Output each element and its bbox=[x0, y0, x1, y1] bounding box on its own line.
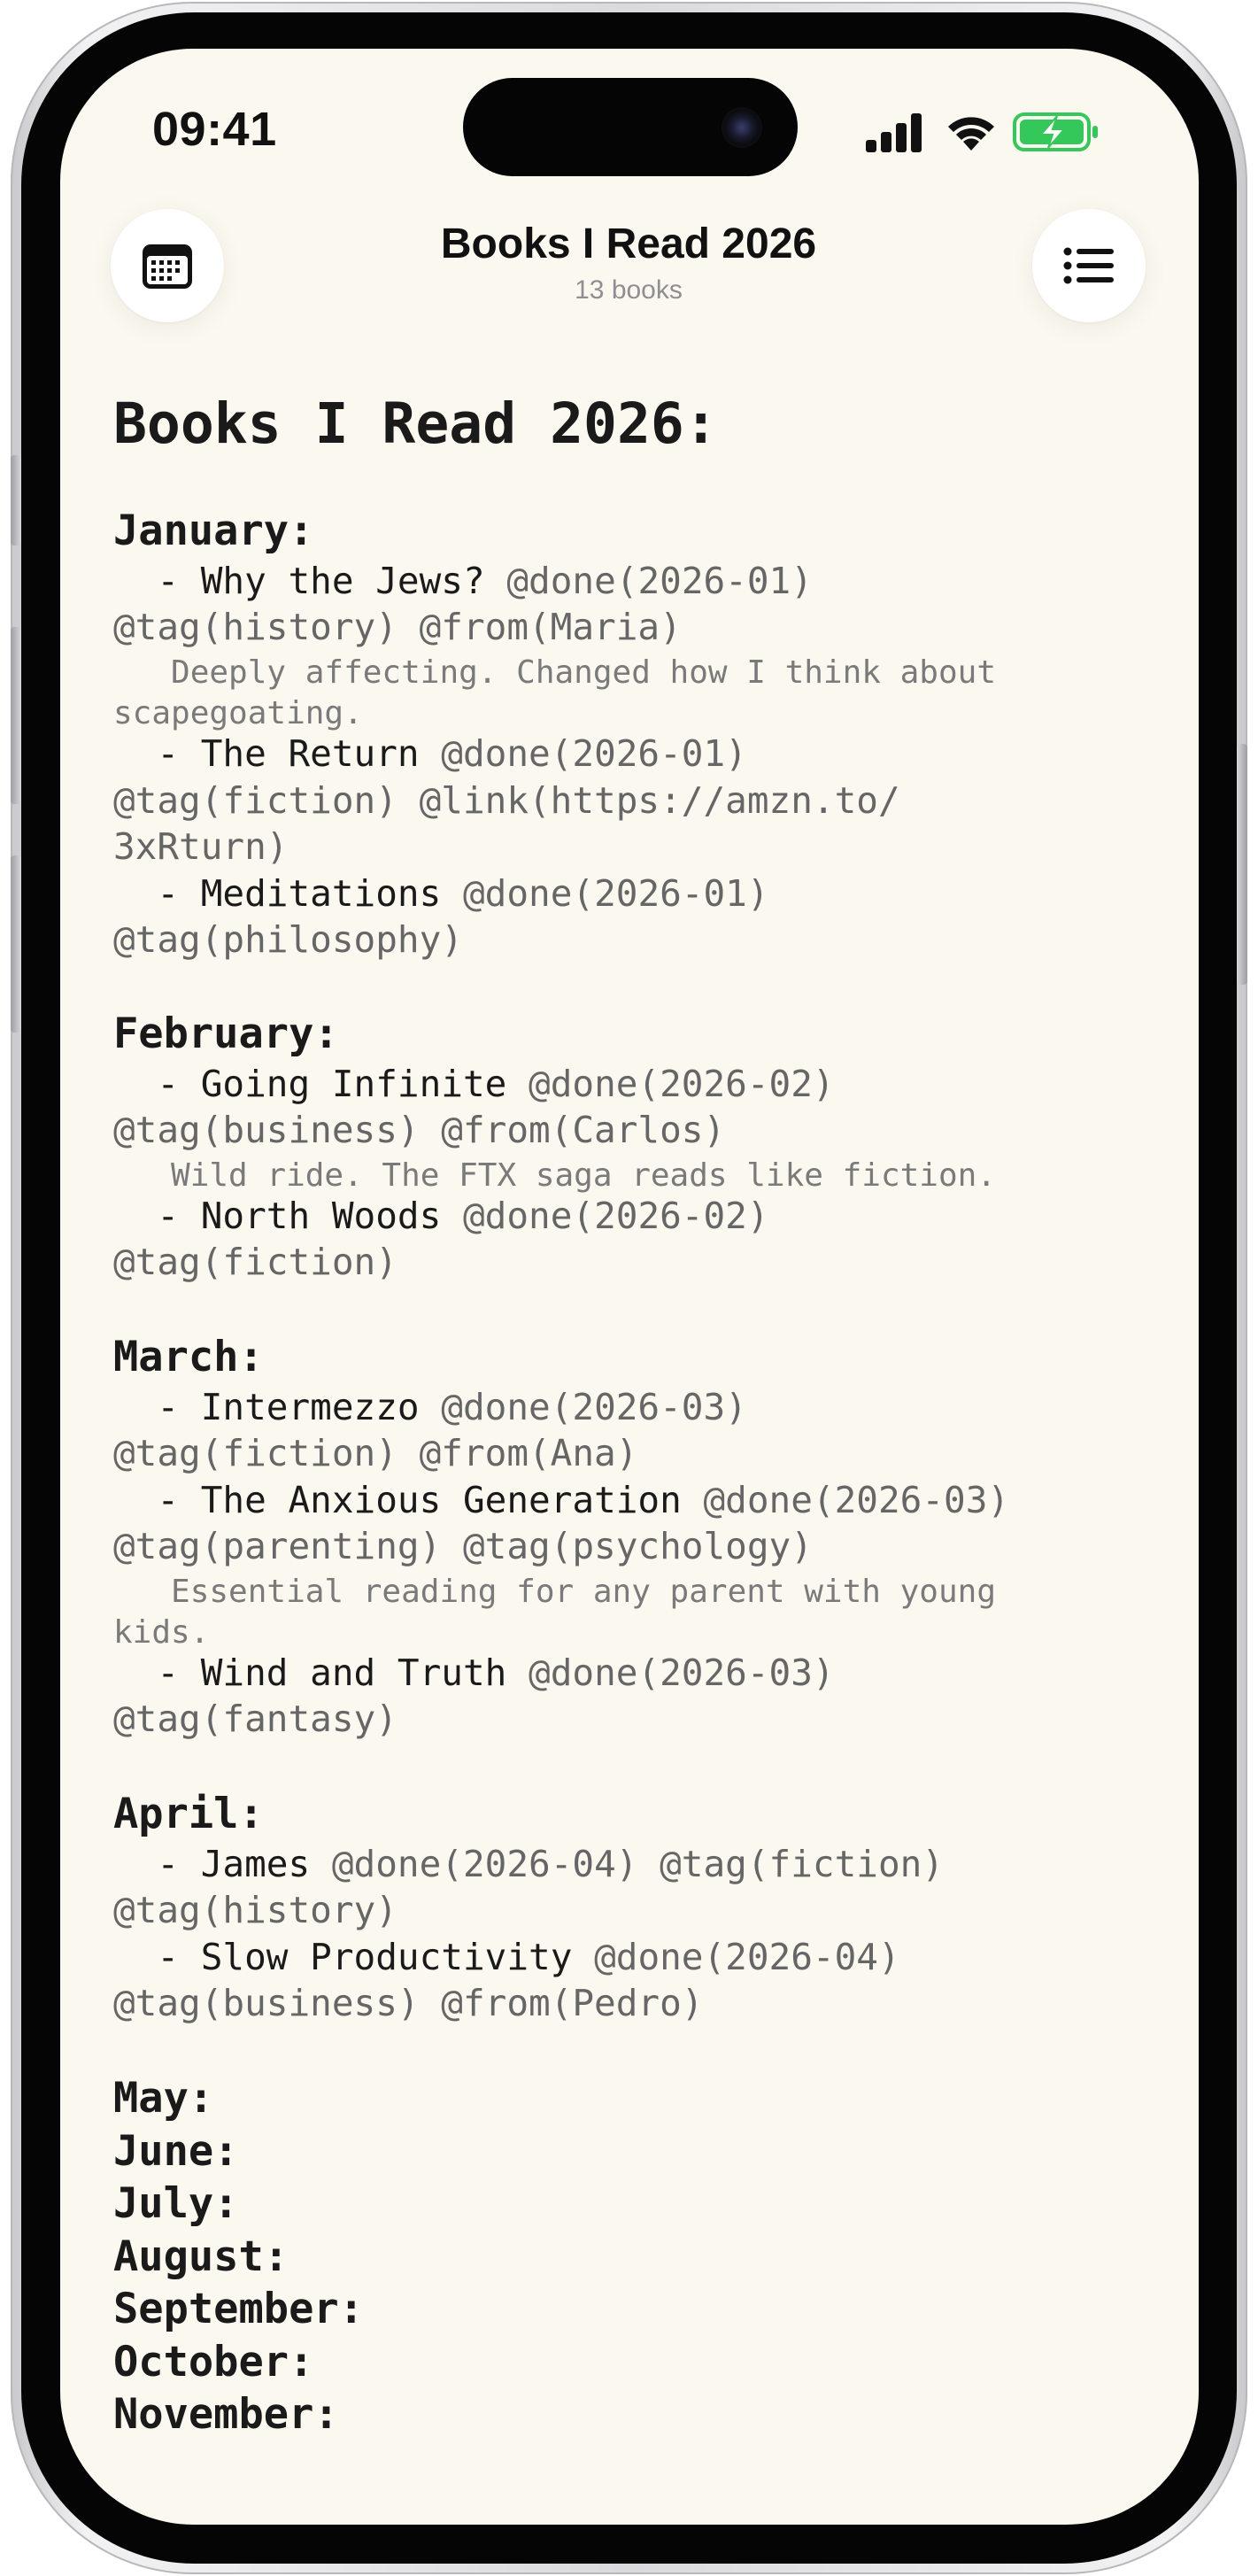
book-meta: @tag(parenting) @tag(psychology) bbox=[113, 1525, 813, 1567]
book-entry[interactable]: - Why the Jews? @done(2026-01) bbox=[113, 560, 813, 602]
book-meta: @tag(fiction) @link(https://amzn.to/ bbox=[113, 779, 900, 822]
book-meta: @done(2026-04) bbox=[572, 1936, 900, 1978]
volume-up-button bbox=[11, 627, 21, 804]
book-meta: @done(2026-01) bbox=[484, 560, 813, 602]
book-note: scapegoating. bbox=[113, 695, 363, 731]
book-entry[interactable]: - Intermezzo @done(2026-03) bbox=[113, 1386, 747, 1428]
list-icon bbox=[1063, 247, 1114, 284]
book-meta: @done(2026-01) bbox=[419, 732, 747, 775]
book-meta: @done(2026-03) bbox=[681, 1479, 1010, 1521]
action-button bbox=[11, 455, 21, 545]
book-meta: @tag(philosophy) bbox=[113, 918, 463, 961]
month-heading: January: bbox=[113, 507, 314, 555]
book-meta: @tag(fiction) bbox=[113, 1241, 397, 1283]
list-button[interactable] bbox=[1032, 209, 1146, 322]
book-meta: @tag(history) @from(Maria) bbox=[113, 606, 682, 648]
bullet: - bbox=[113, 1195, 201, 1237]
book-note: Deeply affecting. Changed how I think ab… bbox=[113, 654, 996, 691]
month-heading: April: bbox=[113, 1790, 264, 1838]
status-time: 09:41 bbox=[152, 103, 277, 156]
book-title: The Anxious Generation bbox=[200, 1479, 682, 1521]
bullet: - bbox=[113, 1652, 201, 1694]
month-heading: October: bbox=[113, 2338, 314, 2386]
bullet: - bbox=[113, 732, 201, 775]
book-meta: @tag(history) bbox=[113, 1889, 397, 1931]
month-heading: March: bbox=[113, 1333, 264, 1381]
book-title: Wind and Truth bbox=[200, 1652, 507, 1694]
book-meta: @tag(business) @from(Pedro) bbox=[113, 1982, 704, 2024]
bullet: - bbox=[113, 560, 201, 602]
book-title: Going Infinite bbox=[200, 1063, 507, 1105]
book-meta: @done(2026-01) bbox=[441, 872, 769, 915]
dynamic-island bbox=[463, 78, 798, 176]
month-heading: November: bbox=[113, 2390, 339, 2439]
book-entry[interactable]: - Wind and Truth @done(2026-03) bbox=[113, 1652, 835, 1694]
bullet: - bbox=[113, 872, 201, 915]
month-heading: February: bbox=[113, 1010, 339, 1058]
book-meta: @tag(fiction) @from(Ana) bbox=[113, 1432, 638, 1474]
book-meta: @done(2026-02) bbox=[506, 1063, 835, 1105]
book-title: James bbox=[200, 1843, 311, 1885]
book-meta: @tag(fantasy) bbox=[113, 1698, 397, 1740]
side-button bbox=[1237, 744, 1247, 985]
bullet: - bbox=[113, 1936, 201, 1978]
book-note: Wild ride. The FTX saga reads like ficti… bbox=[113, 1157, 996, 1194]
month-heading: May: bbox=[113, 2074, 214, 2123]
month-heading: September: bbox=[113, 2285, 364, 2333]
book-title: Meditations bbox=[200, 872, 442, 915]
volume-down-button bbox=[11, 855, 21, 1033]
book-title: Why the Jews? bbox=[200, 560, 485, 602]
bullet: - bbox=[113, 1479, 201, 1521]
book-meta: @done(2026-02) bbox=[441, 1195, 769, 1237]
bullet: - bbox=[113, 1843, 201, 1885]
book-note: kids. bbox=[113, 1614, 210, 1651]
bullet: - bbox=[113, 1386, 201, 1428]
book-meta: 3xRturn) bbox=[113, 825, 289, 868]
month-heading: June: bbox=[113, 2127, 239, 2176]
book-title: North Woods bbox=[200, 1195, 442, 1237]
book-entry[interactable]: - James @done(2026-04) @tag(fiction) bbox=[113, 1843, 944, 1885]
book-entry[interactable]: - Going Infinite @done(2026-02) bbox=[113, 1063, 835, 1105]
book-count: 13 books bbox=[575, 275, 683, 305]
month-heading: July: bbox=[113, 2179, 239, 2228]
book-meta: @done(2026-03) bbox=[419, 1386, 747, 1428]
calendar-button[interactable] bbox=[111, 209, 224, 322]
camera-icon bbox=[722, 107, 762, 148]
calendar-icon bbox=[143, 244, 192, 289]
book-title: The Return bbox=[200, 732, 420, 775]
book-entry[interactable]: - Slow Productivity @done(2026-04) bbox=[113, 1936, 900, 1978]
book-meta: @done(2026-04) @tag(fiction) bbox=[310, 1843, 945, 1885]
book-note: Essential reading for any parent with yo… bbox=[113, 1574, 996, 1610]
signal-icon bbox=[866, 113, 922, 152]
bullet: - bbox=[113, 1063, 201, 1105]
document-title: Books I Read 2026: bbox=[113, 391, 718, 456]
book-title: Intermezzo bbox=[200, 1386, 420, 1428]
book-entry[interactable]: - Meditations @done(2026-01) bbox=[113, 872, 769, 915]
nav-title: Books I Read 2026 bbox=[440, 220, 817, 267]
wifi-icon bbox=[948, 117, 994, 151]
book-entry[interactable]: - The Return @done(2026-01) bbox=[113, 732, 747, 775]
book-entry[interactable]: - The Anxious Generation @done(2026-03) bbox=[113, 1479, 1009, 1521]
book-meta: @tag(business) @from(Carlos) bbox=[113, 1109, 726, 1151]
book-entry[interactable]: - North Woods @done(2026-02) bbox=[113, 1195, 769, 1237]
battery-charging-icon bbox=[1013, 112, 1098, 151]
book-title: Slow Productivity bbox=[200, 1936, 573, 1978]
book-meta: @done(2026-03) bbox=[506, 1652, 835, 1694]
month-heading: August: bbox=[113, 2232, 289, 2281]
